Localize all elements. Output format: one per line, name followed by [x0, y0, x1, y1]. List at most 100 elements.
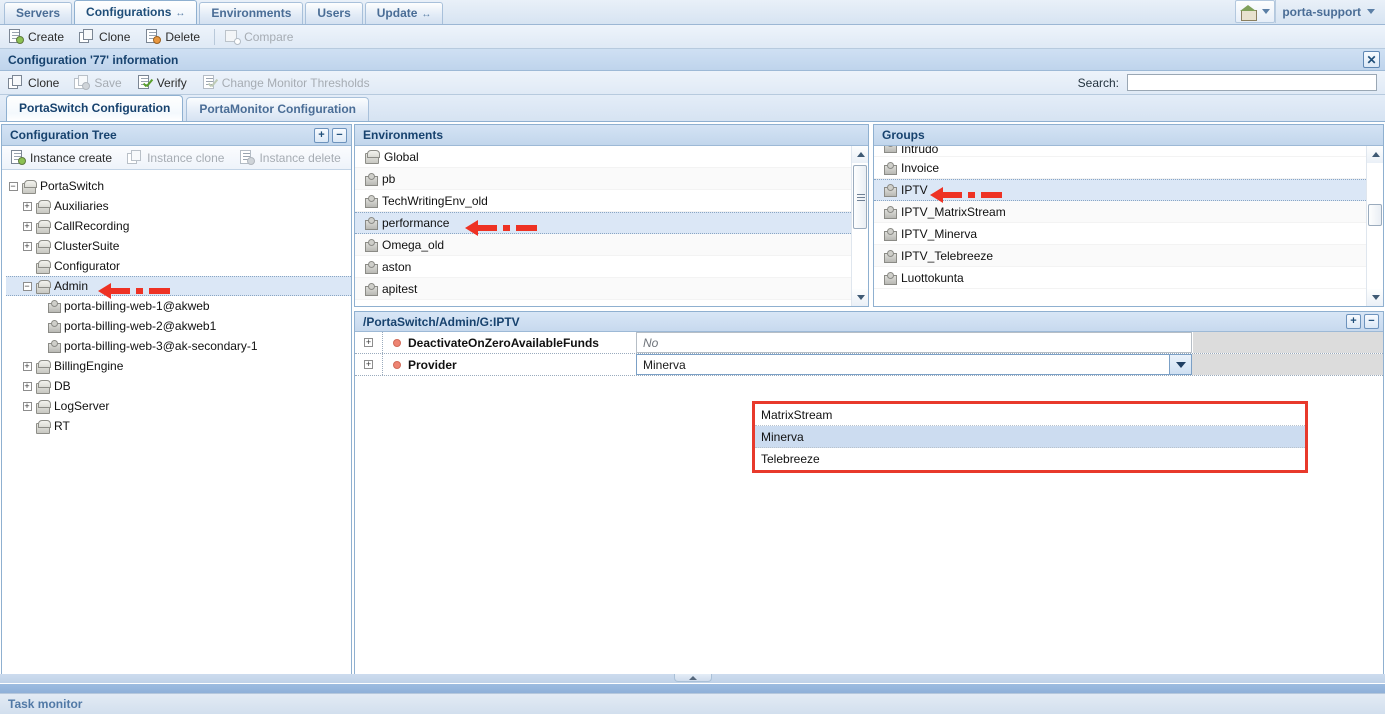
tab-portaswitch-configuration[interactable]: PortaSwitch Configuration	[6, 95, 184, 121]
tab-portamonitor-configuration[interactable]: PortaMonitor Configuration	[186, 97, 369, 121]
tree-node-label: LogServer	[54, 399, 110, 413]
task-monitor-bar[interactable]: Task monitor	[0, 693, 1385, 714]
tree-expander[interactable]: +	[20, 356, 34, 376]
property-name: DeactivateOnZeroAvailableFunds	[383, 332, 636, 353]
tree-node-auxiliaries[interactable]: + Auxiliaries	[6, 196, 351, 216]
close-icon[interactable]: ✕	[1363, 51, 1380, 68]
tree-expand-controls: + −	[314, 127, 347, 143]
list-item-iptv-matrixstream[interactable]: IPTV_MatrixStream	[874, 201, 1366, 223]
nav-tab-users[interactable]: Users	[305, 2, 363, 24]
tree-node-label: porta-billing-web-1@akweb	[64, 299, 210, 313]
tree-node-db[interactable]: + DB	[6, 376, 351, 396]
list-item-iptv-minerva[interactable]: IPTV_Minerva	[874, 223, 1366, 245]
chevron-down-icon	[1367, 9, 1375, 14]
scroll-down-button[interactable]	[852, 289, 868, 306]
home-button[interactable]	[1235, 0, 1276, 23]
provider-dropdown-list[interactable]: MatrixStream Minerva Telebreeze	[752, 401, 1308, 473]
dropdown-option-telebreeze[interactable]: Telebreeze	[755, 448, 1305, 470]
environments-scrollbar[interactable]	[851, 146, 868, 306]
groups-list-scroll: Intrudo Invoice IPTV IPTV_MatrixStream I…	[874, 146, 1366, 306]
row-expander[interactable]: +	[355, 332, 383, 353]
tree-node-porta-billing-web-3[interactable]: porta-billing-web-3@ak-secondary-1	[6, 336, 351, 356]
list-item-invoice[interactable]: Invoice	[874, 157, 1366, 179]
nav-tab-environments[interactable]: Environments	[199, 2, 304, 24]
collapse-all-button[interactable]: −	[332, 127, 347, 143]
details-header: /PortaSwitch/Admin/G:IPTV + −	[355, 312, 1383, 332]
puzzle-icon	[46, 299, 61, 313]
cube-icon	[34, 359, 51, 374]
table-row[interactable]: + Provider Minerva	[355, 354, 1383, 376]
list-item-omega-old[interactable]: Omega_old	[355, 234, 851, 256]
page-delete-icon	[145, 29, 162, 44]
tree-node-rt[interactable]: RT	[6, 416, 351, 436]
tree-expander[interactable]: +	[20, 236, 34, 256]
expand-all-button[interactable]: +	[1346, 314, 1361, 329]
copy-icon	[8, 75, 24, 90]
list-item-partial-top[interactable]: Intrudo	[874, 146, 1366, 157]
collapse-all-button[interactable]: −	[1364, 314, 1379, 329]
list-item-global[interactable]: Global	[355, 146, 851, 168]
nav-tab-servers[interactable]: Servers	[4, 2, 73, 24]
list-item-label: IPTV_MatrixStream	[901, 204, 1006, 219]
tree-expander[interactable]: −	[6, 176, 20, 196]
tree-expander[interactable]: +	[20, 396, 34, 416]
tree-node-portaswitch[interactable]: − PortaSwitch	[6, 176, 351, 196]
list-item-label: performance	[382, 216, 450, 230]
nav-tab-update[interactable]: Update ↔	[364, 2, 444, 24]
tree-expander[interactable]: +	[20, 376, 34, 396]
dropdown-option-matrixstream[interactable]: MatrixStream	[755, 404, 1305, 426]
scroll-up-button[interactable]	[852, 146, 868, 163]
tree-node-label: ClusterSuite	[54, 239, 120, 253]
instance-delete-button: Instance delete	[237, 148, 347, 168]
nav-tab-configurations[interactable]: Configurations ↔	[74, 0, 198, 24]
dropdown-option-minerva[interactable]: Minerva	[755, 426, 1305, 448]
list-item-iptv-telebreeze[interactable]: IPTV_Telebreeze	[874, 245, 1366, 267]
tree-node-callrecording[interactable]: + CallRecording	[6, 216, 351, 236]
list-item-performance[interactable]: performance	[355, 212, 851, 236]
user-menu[interactable]: porta-support	[1275, 0, 1381, 23]
splitter-collapse-handle[interactable]	[673, 674, 712, 682]
chevron-down-icon[interactable]	[1170, 354, 1192, 375]
list-item-aston[interactable]: aston	[355, 256, 851, 278]
clone-config-button[interactable]: Clone	[6, 73, 66, 93]
toolbar-divider	[214, 28, 216, 45]
page-title: Configuration '77' information	[8, 52, 179, 67]
property-name-label: Provider	[408, 357, 457, 372]
tree-node-porta-billing-web-2[interactable]: porta-billing-web-2@akweb1	[6, 316, 351, 336]
provider-value[interactable]: Minerva	[636, 354, 1170, 375]
create-button[interactable]: Create	[6, 27, 71, 47]
scroll-down-button[interactable]	[1367, 289, 1383, 306]
list-item-iptv[interactable]: IPTV	[874, 179, 1366, 203]
tree-node-billingengine[interactable]: + BillingEngine	[6, 356, 351, 376]
top-navigation-right: porta-support	[1235, 0, 1385, 24]
tree-expander[interactable]: +	[20, 216, 34, 236]
list-item-apitest[interactable]: apitest	[355, 278, 851, 300]
deactivate-on-zero-available-funds-value[interactable]: No	[636, 332, 1192, 353]
instance-create-button[interactable]: Instance create	[8, 148, 119, 168]
tree-expander[interactable]: +	[20, 196, 34, 216]
breadcrumb: /PortaSwitch/Admin/G:IPTV	[363, 314, 520, 329]
list-item-luottokunta[interactable]: Luottokunta	[874, 267, 1366, 289]
list-item-pb[interactable]: pb	[355, 168, 851, 190]
delete-button[interactable]: Delete	[143, 27, 207, 47]
puzzle-icon	[363, 260, 378, 274]
tree-node-logserver[interactable]: + LogServer	[6, 396, 351, 416]
table-row[interactable]: + DeactivateOnZeroAvailableFunds No	[355, 332, 1383, 354]
tree-node-porta-billing-web-1[interactable]: porta-billing-web-1@akweb	[6, 296, 351, 316]
scrollbar-thumb[interactable]	[853, 165, 867, 229]
tree-node-clustersuite[interactable]: + ClusterSuite	[6, 236, 351, 256]
scroll-up-button[interactable]	[1367, 146, 1383, 163]
verify-config-button[interactable]: Verify	[135, 73, 194, 93]
clone-button[interactable]: Clone	[77, 27, 137, 47]
button-label: Instance delete	[259, 150, 341, 165]
scrollbar-thumb[interactable]	[1368, 204, 1382, 226]
groups-scrollbar[interactable]	[1366, 146, 1383, 306]
list-item-techwritingenv-old[interactable]: TechWritingEnv_old	[355, 190, 851, 212]
tree-node-configurator[interactable]: Configurator	[6, 256, 351, 276]
expand-all-button[interactable]: +	[314, 127, 329, 143]
tree-expander[interactable]: −	[20, 276, 34, 296]
panel-splitter[interactable]	[0, 674, 1385, 683]
tree-node-admin[interactable]: − Admin	[6, 276, 351, 299]
search-input[interactable]	[1127, 74, 1377, 91]
row-expander[interactable]: +	[355, 354, 383, 375]
